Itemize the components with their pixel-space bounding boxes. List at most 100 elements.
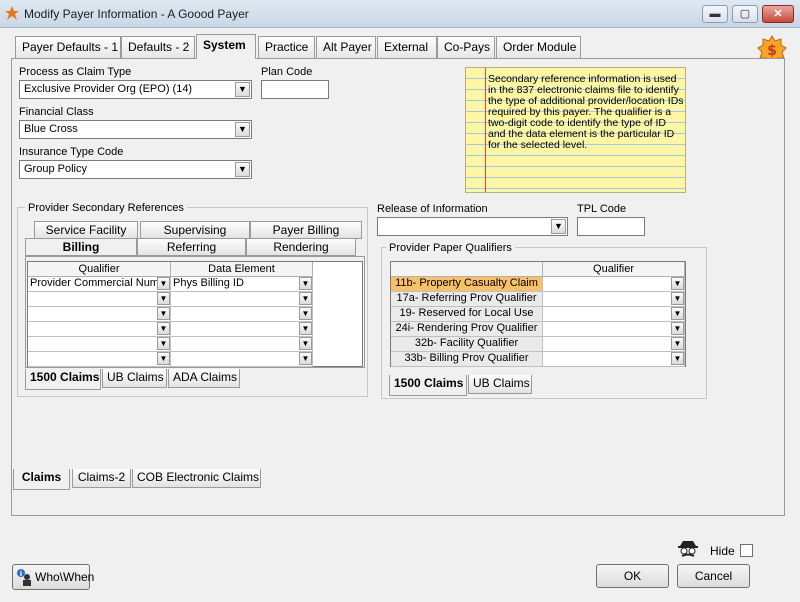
paper-qualifier-row-label: 11b- Property Casualty Claim (391, 277, 543, 292)
process-claim-type-label: Process as Claim Type (19, 66, 132, 78)
chevron-down-icon: ▼ (299, 337, 312, 350)
info-person-icon: i (16, 568, 32, 594)
qualifier-cell[interactable]: ▼ (28, 307, 171, 322)
data-element-cell[interactable]: ▼ (171, 322, 313, 337)
tab-rendering[interactable]: Rendering (246, 238, 356, 256)
data-element-cell[interactable]: Phys Billing ID ▼ (171, 277, 313, 292)
chevron-down-icon: ▼ (157, 277, 170, 290)
data-element-cell[interactable]: ▼ (171, 292, 313, 307)
tab-alt-payer[interactable]: Alt Payer (316, 36, 376, 58)
tab-payer-billing[interactable]: Payer Billing (250, 221, 362, 239)
chevron-down-icon: ▼ (551, 219, 566, 234)
tab-order-module[interactable]: Order Module (496, 36, 581, 58)
close-button[interactable]: ✕ (762, 5, 794, 23)
process-claim-type-select[interactable]: Exclusive Provider Org (EPO) (14) ▼ (19, 80, 252, 99)
chevron-down-icon: ▼ (671, 277, 684, 290)
financial-class-label: Financial Class (19, 106, 94, 118)
tab-claims-2[interactable]: Claims-2 (72, 469, 131, 488)
chevron-down-icon: ▼ (235, 82, 250, 97)
data-element-header: Data Element (171, 262, 313, 277)
hide-label: Hide (710, 544, 735, 558)
tab-practice[interactable]: Practice (258, 36, 315, 58)
tab-paper-1500-claims[interactable]: 1500 Claims (389, 375, 467, 396)
chevron-down-icon: ▼ (671, 307, 684, 320)
qualifier-header: Qualifier (28, 262, 171, 277)
who-when-label: Who\When (35, 570, 95, 584)
provider-secondary-title: Provider Secondary References (25, 202, 187, 214)
plan-code-label: Plan Code (261, 66, 313, 78)
chevron-down-icon: ▼ (157, 292, 170, 305)
chevron-down-icon: ▼ (157, 322, 170, 335)
tab-1500-claims[interactable]: 1500 Claims (25, 369, 101, 390)
chevron-down-icon: ▼ (299, 322, 312, 335)
tab-defaults-2[interactable]: Defaults - 2 (121, 36, 195, 58)
chevron-down-icon: ▼ (299, 292, 312, 305)
insurance-type-label: Insurance Type Code (19, 146, 124, 158)
paper-qualifier-row-label: 33b- Billing Prov Qualifier (391, 352, 543, 367)
data-element-cell[interactable]: ▼ (171, 307, 313, 322)
chevron-down-icon: ▼ (671, 337, 684, 350)
note-text: Secondary reference information is used … (488, 73, 684, 151)
tab-supervising[interactable]: Supervising (140, 221, 250, 239)
qualifier-cell[interactable]: ▼ (28, 322, 171, 337)
paper-qualifier-row-label: 19- Reserved for Local Use (391, 307, 543, 322)
paper-qualifiers-grid: Qualifier 11b- Property Casualty Claim ▼ 1… (390, 261, 686, 367)
insurance-type-value: Group Policy (24, 163, 87, 175)
release-info-select[interactable]: ▼ (377, 217, 568, 236)
insurance-type-select[interactable]: Group Policy ▼ (19, 160, 252, 179)
secondary-ref-grid: Qualifier Data Element Provider Commerci… (27, 261, 363, 367)
paper-qualifier-select[interactable]: ▼ (543, 307, 685, 322)
paper-qualifier-select[interactable]: ▼ (543, 352, 685, 367)
financial-class-value: Blue Cross (24, 123, 78, 135)
paper-qualifier-select[interactable]: ▼ (543, 292, 685, 307)
tab-ub-claims[interactable]: UB Claims (102, 369, 167, 388)
maximize-button[interactable]: ▢ (732, 5, 758, 23)
paper-qualifier-row-label: 32b- Facility Qualifier (391, 337, 543, 352)
chevron-down-icon: ▼ (157, 337, 170, 350)
qualifier-cell[interactable]: ▼ (28, 292, 171, 307)
tab-billing[interactable]: Billing (25, 238, 137, 256)
tab-paper-ub-claims[interactable]: UB Claims (468, 375, 532, 394)
hide-checkbox[interactable] (740, 544, 753, 557)
info-note: Secondary reference information is used … (465, 67, 686, 193)
svg-text:$: $ (767, 43, 777, 59)
cell-text: Provider Commercial Numl (30, 277, 162, 289)
chevron-down-icon: ▼ (157, 352, 170, 365)
tab-service-facility[interactable]: Service Facility (34, 221, 138, 239)
tpl-code-input[interactable] (577, 217, 645, 236)
tab-system[interactable]: System (196, 34, 256, 59)
qualifier-cell[interactable]: ▼ (28, 337, 171, 352)
chevron-down-icon: ▼ (671, 292, 684, 305)
chevron-down-icon: ▼ (235, 122, 250, 137)
tab-co-pays[interactable]: Co-Pays (437, 36, 495, 58)
tab-payer-defaults-1[interactable]: Payer Defaults - 1 (15, 36, 121, 58)
paper-qualifier-select[interactable]: ▼ (543, 322, 685, 337)
qualifier-cell[interactable]: Provider Commercial Numl ▼ (28, 277, 171, 292)
plan-code-input[interactable] (261, 80, 329, 99)
qualifier-cell[interactable]: ▼ (28, 352, 171, 367)
paper-qualifier-select[interactable]: ▼ (543, 337, 685, 352)
data-element-cell[interactable]: ▼ (171, 337, 313, 352)
tab-referring[interactable]: Referring (137, 238, 246, 256)
paper-qualifier-select[interactable]: ▼ (543, 277, 685, 292)
financial-class-select[interactable]: Blue Cross ▼ (19, 120, 252, 139)
data-element-cell[interactable]: ▼ (171, 352, 313, 367)
tab-claims[interactable]: Claims (13, 469, 70, 490)
ok-button[interactable]: OK (596, 564, 669, 588)
tab-external[interactable]: External (377, 36, 437, 58)
paper-qualifier-row-label: 17a- Referring Prov Qualifier (391, 292, 543, 307)
cell-text: Phys Billing ID (173, 277, 244, 289)
who-when-button[interactable]: i Who\When (12, 564, 94, 590)
minimize-button[interactable]: ▬ (702, 5, 728, 23)
chevron-down-icon: ▼ (299, 352, 312, 365)
chevron-down-icon: ▼ (671, 352, 684, 365)
tab-ada-claims[interactable]: ADA Claims (168, 369, 240, 388)
process-claim-type-value: Exclusive Provider Org (EPO) (14) (24, 83, 193, 95)
tab-cob-electronic-claims[interactable]: COB Electronic Claims (132, 469, 261, 488)
cancel-button[interactable]: Cancel (677, 564, 750, 588)
chevron-down-icon: ▼ (235, 162, 250, 177)
app-icon (5, 6, 19, 20)
svg-text:i: i (20, 570, 22, 578)
tpl-code-label: TPL Code (577, 203, 627, 215)
paper-qualifier-row-label: 24i- Rendering Prov Qualifier (391, 322, 543, 337)
